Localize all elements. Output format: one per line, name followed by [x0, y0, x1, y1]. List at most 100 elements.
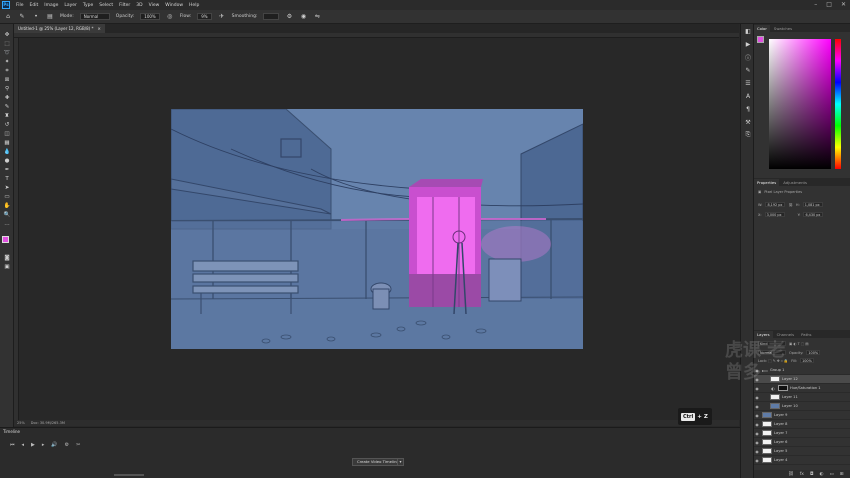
new-layer-icon[interactable]: ⊞: [840, 472, 844, 477]
menu-view[interactable]: View: [146, 3, 163, 8]
visibility-eye-icon[interactable]: ◉: [754, 386, 760, 391]
blend-mode-select[interactable]: Normal: [758, 350, 786, 355]
tab-layers[interactable]: Layers: [754, 331, 773, 338]
visibility-eye-icon[interactable]: ◉: [754, 404, 760, 409]
layer-row-selected[interactable]: ◉ Layer 12: [754, 375, 850, 384]
minimize-icon[interactable]: –: [814, 1, 817, 8]
tab-swatches[interactable]: Swatches: [771, 25, 795, 32]
brush-tool-icon[interactable]: ✎: [18, 13, 26, 21]
quick-mask-icon[interactable]: ◙: [2, 254, 12, 262]
hue-slider[interactable]: [835, 39, 841, 169]
play-icon[interactable]: ▶: [31, 442, 35, 448]
document-tab[interactable]: Untitled-1 @ 25% (Layer 12, RGB/8) * ×: [14, 24, 105, 33]
play-action-icon[interactable]: ▶: [743, 39, 753, 49]
prev-frame-icon[interactable]: ◂: [22, 442, 25, 448]
path-selection-icon[interactable]: ➤: [2, 184, 12, 192]
layer-row[interactable]: ◉ Layer 11: [754, 393, 850, 402]
visibility-eye-icon[interactable]: ◉: [754, 440, 760, 445]
lasso-tool-icon[interactable]: ➰: [2, 49, 12, 57]
layer-row-hue-saturation[interactable]: ◉ ◐ Hue/Saturation 1: [754, 384, 850, 393]
eraser-icon[interactable]: ◫: [2, 130, 12, 138]
visibility-eye-icon[interactable]: ◉: [754, 377, 760, 382]
split-icon[interactable]: ✂: [76, 442, 80, 448]
character-icon[interactable]: A: [743, 91, 753, 101]
tab-properties[interactable]: Properties: [754, 179, 780, 186]
blur-tool-icon[interactable]: 💧: [2, 148, 12, 156]
properties-icon[interactable]: ◧: [743, 26, 753, 36]
tab-adjustments[interactable]: Adjustments: [780, 179, 810, 186]
layers-opacity-field[interactable]: 100%: [806, 350, 821, 355]
menu-type[interactable]: Type: [80, 3, 96, 8]
layer-row-group-1[interactable]: ◉ ▸▭ Group 1: [754, 366, 850, 375]
zoom-tool-icon[interactable]: 🔍: [2, 211, 12, 219]
menu-select[interactable]: Select: [96, 3, 116, 8]
visibility-eye-icon[interactable]: ◉: [754, 458, 760, 463]
tab-color[interactable]: Color: [754, 25, 770, 32]
visibility-eye-icon[interactable]: ◉: [754, 431, 760, 436]
new-group-icon[interactable]: ▭: [829, 472, 833, 477]
link-layers-icon[interactable]: ⛓: [788, 472, 794, 477]
clone-source-icon[interactable]: ⎘: [743, 130, 753, 140]
clone-stamp-icon[interactable]: ♜: [2, 112, 12, 120]
audio-icon[interactable]: 🔊: [51, 442, 57, 448]
gear-icon[interactable]: ⚙: [285, 13, 293, 21]
info-icon[interactable]: ⓘ: [743, 52, 753, 62]
zoom-level[interactable]: 25%: [17, 421, 25, 425]
menu-window[interactable]: Window: [162, 3, 186, 8]
smoothing-field[interactable]: [263, 13, 280, 20]
pressure-opacity-icon[interactable]: ◎: [166, 13, 174, 21]
y-field[interactable]: 6,430 px: [803, 212, 824, 217]
menu-3d[interactable]: 3D: [133, 3, 145, 8]
move-tool-icon[interactable]: ✥: [2, 31, 12, 39]
layer-row[interactable]: ◉ Layer 8: [754, 420, 850, 429]
new-adjustment-icon[interactable]: ◐: [820, 472, 824, 477]
visibility-eye-icon[interactable]: ◉: [754, 413, 760, 418]
more-tools-icon[interactable]: …: [2, 220, 12, 228]
menu-layer[interactable]: Layer: [61, 3, 80, 8]
visibility-eye-icon[interactable]: ◉: [754, 422, 760, 427]
brush-tool-icon[interactable]: ✎: [2, 103, 12, 111]
height-field[interactable]: 1,081 px: [802, 202, 823, 207]
symmetry-icon[interactable]: ⇋: [313, 13, 321, 21]
timeline-zoom-slider[interactable]: [114, 474, 144, 476]
dodge-tool-icon[interactable]: ●: [2, 157, 12, 165]
menu-image[interactable]: Image: [41, 3, 61, 8]
maximize-icon[interactable]: □: [826, 1, 832, 8]
layer-kind-filter[interactable]: Kind: [758, 341, 786, 346]
tool-presets-icon[interactable]: ⚒: [743, 117, 753, 127]
artwork-canvas[interactable]: [171, 109, 583, 349]
layer-row[interactable]: ◉ Layer 7: [754, 429, 850, 438]
history-brush-icon[interactable]: ↺: [2, 121, 12, 129]
timeline-mode-dropdown[interactable]: ▾: [397, 458, 404, 466]
adjustments-icon[interactable]: ☰: [743, 78, 753, 88]
color-picker-field[interactable]: [769, 39, 831, 169]
brush-settings-icon[interactable]: ▤: [46, 13, 54, 21]
close-icon[interactable]: ✕: [841, 1, 846, 8]
shape-tool-icon[interactable]: ▭: [2, 193, 12, 201]
tab-channels[interactable]: Channels: [774, 331, 798, 338]
gradient-tool-icon[interactable]: ▦: [2, 139, 12, 147]
tab-paths[interactable]: Paths: [798, 331, 814, 338]
document-tab-close-icon[interactable]: ×: [97, 24, 100, 33]
crop-tool-icon[interactable]: ⌗: [2, 67, 12, 75]
visibility-eye-icon[interactable]: ◉: [754, 395, 760, 400]
menu-filter[interactable]: Filter: [116, 3, 133, 8]
fx-icon[interactable]: fx: [800, 472, 804, 477]
airbrush-icon[interactable]: ✈: [218, 13, 226, 21]
link-icon[interactable]: ⛓: [788, 203, 792, 207]
brush-preset-icon[interactable]: •: [32, 13, 40, 21]
paragraph-icon[interactable]: ¶: [743, 104, 753, 114]
eyedropper-icon[interactable]: ⚲: [2, 85, 12, 93]
marquee-tool-icon[interactable]: ⬚: [2, 40, 12, 48]
menu-help[interactable]: Help: [186, 3, 202, 8]
brush-settings-icon[interactable]: ✎: [743, 65, 753, 75]
add-mask-icon[interactable]: ◘: [810, 472, 814, 477]
layer-row[interactable]: ◉ Layer 5: [754, 447, 850, 456]
menu-file[interactable]: File: [13, 3, 27, 8]
flow-field[interactable]: 9%: [197, 13, 212, 20]
layer-row[interactable]: ◉ Layer 10: [754, 402, 850, 411]
home-icon[interactable]: ⌂: [4, 13, 12, 21]
next-frame-icon[interactable]: ▸: [42, 442, 45, 448]
hand-tool-icon[interactable]: ✋: [2, 202, 12, 210]
pen-tool-icon[interactable]: ✒: [2, 166, 12, 174]
